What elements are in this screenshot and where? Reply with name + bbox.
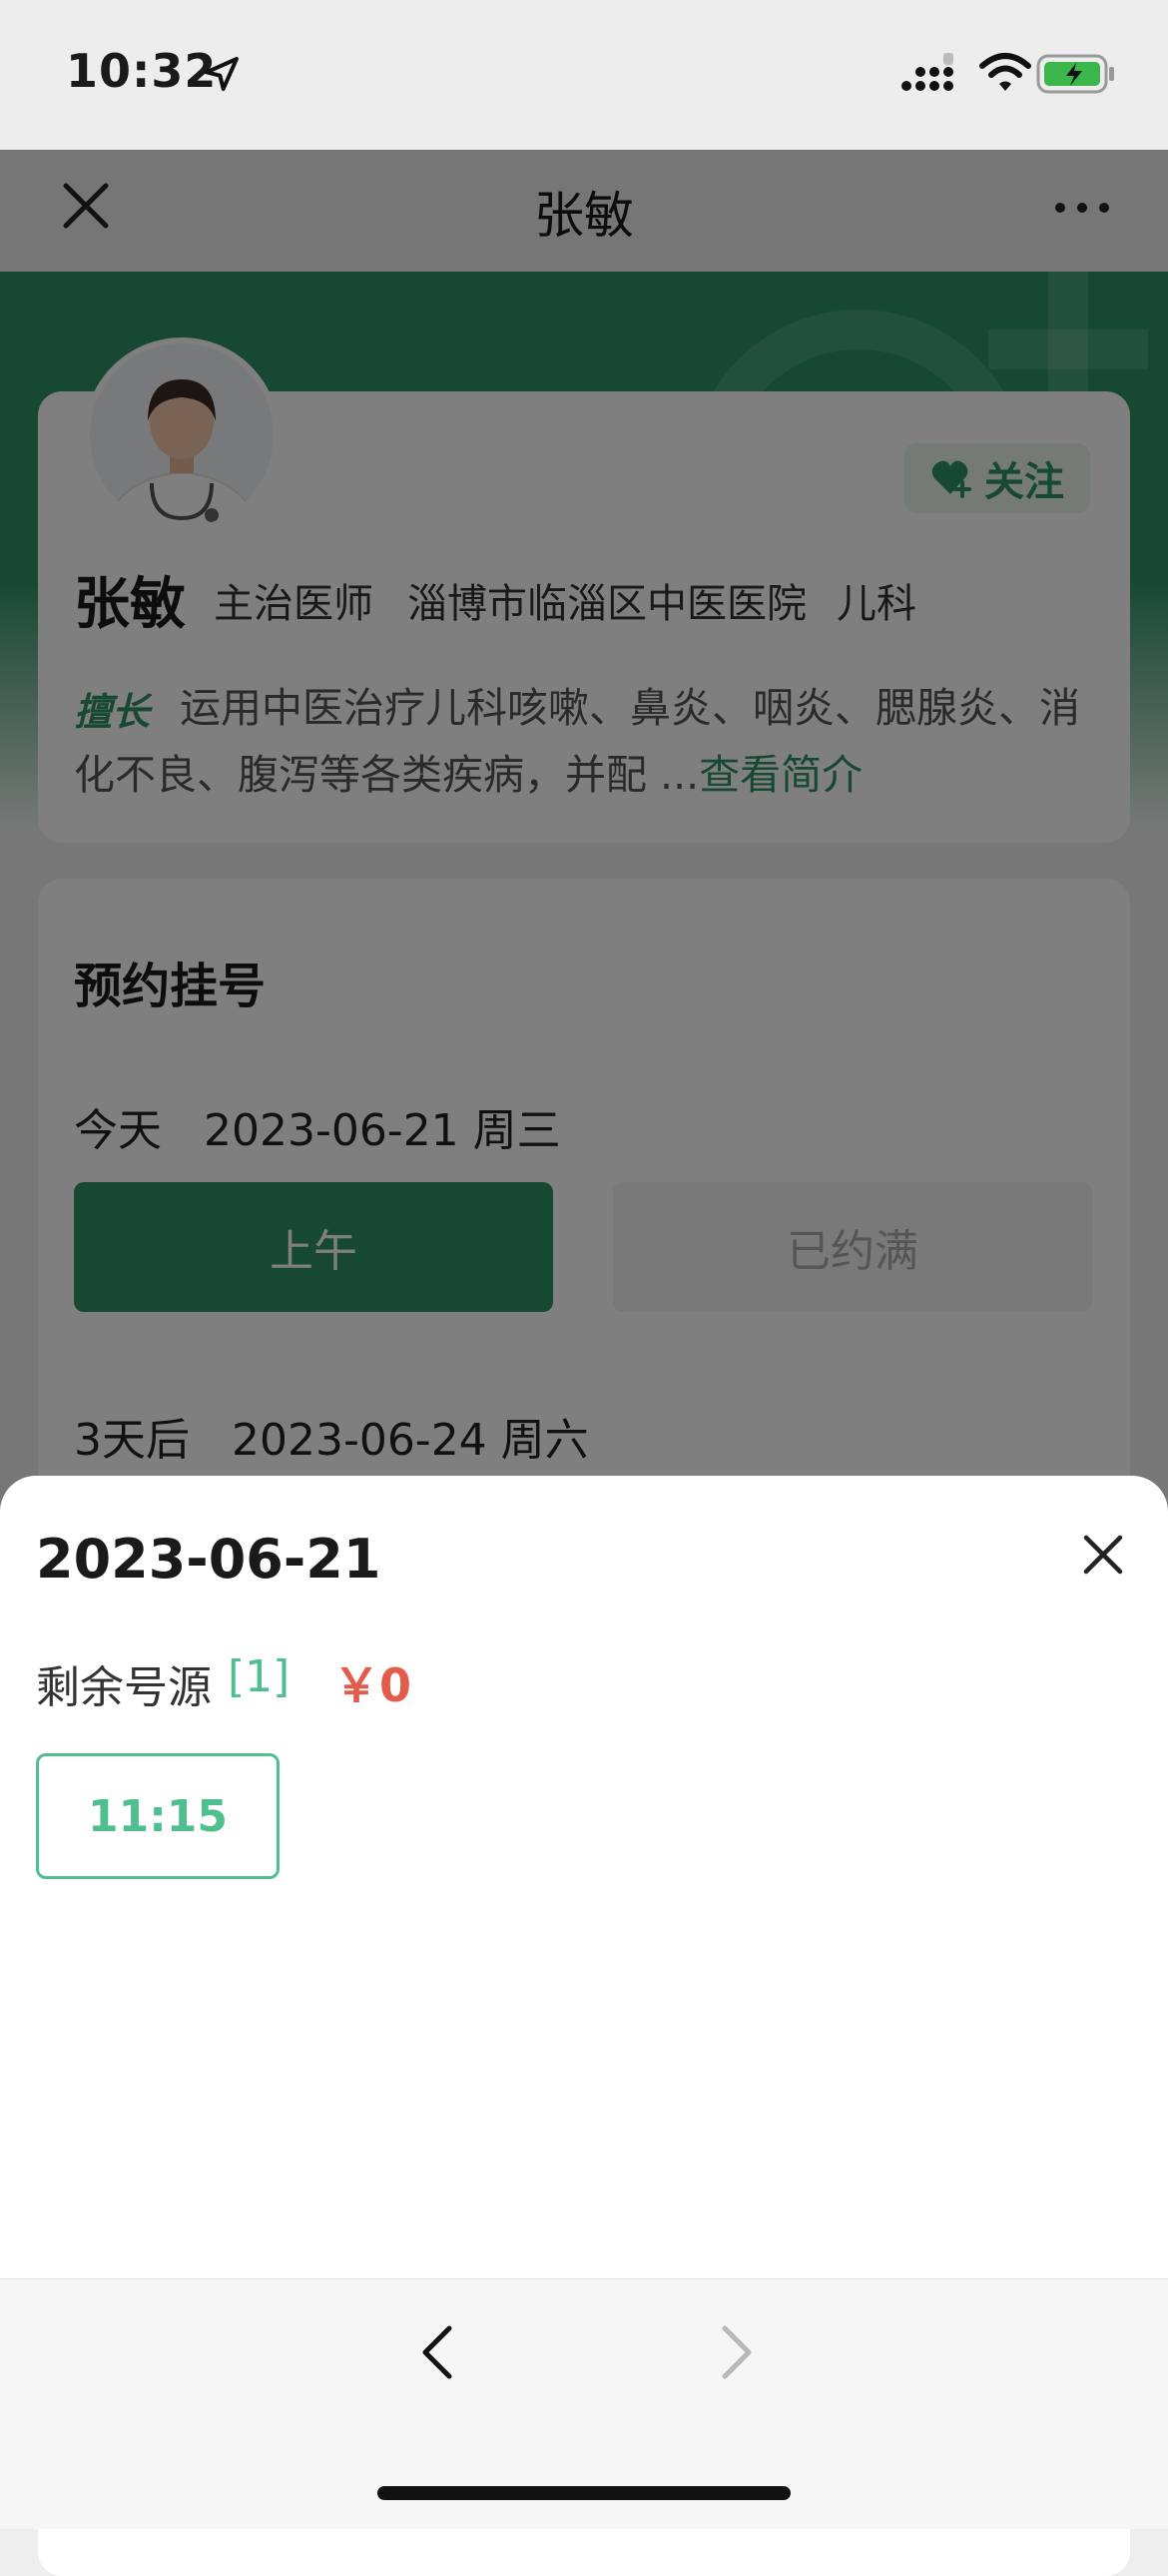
status-time: 10:32 [66, 44, 218, 98]
time-slot-button[interactable]: 11:15 [36, 1753, 280, 1879]
forward-arrow-icon [722, 2325, 752, 2379]
back-arrow-icon[interactable] [409, 2322, 469, 2382]
close-icon[interactable] [1078, 1530, 1128, 1580]
battery-charging-icon [1036, 54, 1114, 94]
sheet-date: 2023-06-21 [36, 1528, 381, 1591]
cellular-signal-icon [901, 53, 953, 91]
remaining-slots-count: [1] [228, 1651, 291, 1702]
location-arrow-icon [205, 57, 239, 91]
wifi-icon [979, 53, 1031, 91]
price: ￥0 [333, 1658, 412, 1712]
remaining-slots-label: 剩余号源 [36, 1662, 212, 1713]
home-indicator [377, 2486, 791, 2500]
